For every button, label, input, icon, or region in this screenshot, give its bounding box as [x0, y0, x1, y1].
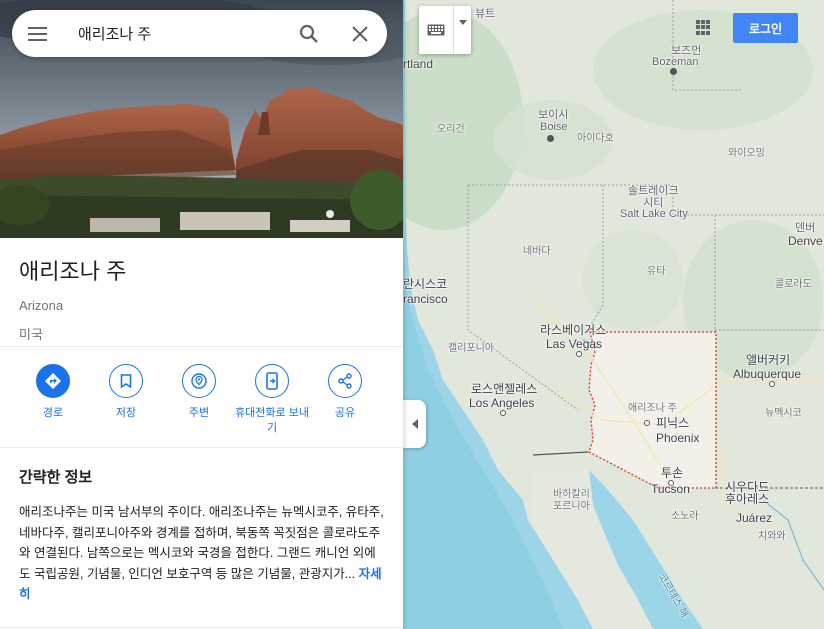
place-header: 애리조나 주 Arizona 미국: [19, 254, 126, 343]
map-label-sf-ko: 란시스코: [403, 277, 448, 291]
directions-button[interactable]: 경로: [13, 364, 93, 421]
map-label-phoenix: Phoenix: [656, 431, 700, 445]
directions-label: 경로: [42, 407, 64, 419]
chevron-left-icon: [411, 419, 418, 429]
divider: [0, 627, 403, 628]
map-label-denver: Denve: [788, 234, 823, 248]
map-label-denver-ko: 덴버: [795, 222, 816, 234]
phoenix-dot: [644, 420, 650, 426]
map-label-wyoming: 와이오밍: [728, 148, 765, 159]
map-label-lv-ko: 라스베이거스: [540, 323, 607, 337]
map-label-abq-ko: 앨버커키: [746, 353, 791, 367]
map-label-abq: Albuquerque: [733, 367, 802, 381]
map-label-portland: rtland: [403, 57, 434, 71]
map-label-juarez-ko: 시우다드 후아레스: [725, 480, 770, 506]
map-label-utah: 유타: [647, 266, 666, 277]
divider: [0, 447, 403, 448]
apps-grid-icon[interactable]: [696, 20, 711, 35]
search-bar: [12, 10, 387, 57]
map-canvas[interactable]: 뷰트 보즈먼 Bozeman rtland 오리건 보이시 Boise 아이다호…: [403, 0, 824, 629]
directions-icon: [36, 364, 70, 398]
place-subtitle: Arizona: [19, 298, 64, 313]
menu-icon[interactable]: [28, 24, 58, 44]
map-label-boise: Boise: [540, 121, 568, 133]
keyboard-icon[interactable]: [419, 6, 453, 54]
map-label-phoenix-ko: 피닉스: [656, 416, 690, 430]
boise-dot: [547, 135, 554, 142]
albuquerque-dot: [769, 381, 775, 387]
map-label-la-ko: 로스앤젤레스: [471, 382, 538, 396]
map-label-chihuahua: 치와와: [758, 531, 786, 542]
map-label-california: 캘리포니아: [448, 343, 494, 354]
map-label-tucson: Tucson: [651, 482, 690, 496]
place-panel: 애리조나 주 Arizona 미국 경로 저장 주변 휴대전: [0, 0, 403, 629]
map-label-boise-ko: 보이시: [538, 109, 569, 121]
save-button[interactable]: 저장: [86, 364, 166, 421]
collapse-panel-button[interactable]: [403, 400, 426, 448]
place-country: 미국: [19, 327, 43, 342]
bozeman-dot: [670, 68, 677, 75]
share-label: 공유: [334, 407, 356, 419]
bookmark-icon: [109, 364, 143, 398]
info-title: 간략한 정보: [19, 469, 93, 486]
place-title: 애리조나 주: [19, 259, 127, 284]
dropdown-arrow-icon[interactable]: [453, 6, 471, 54]
share-button[interactable]: 공유: [305, 364, 385, 421]
login-button[interactable]: 로그인: [733, 13, 798, 43]
map-label-lv: Las Vegas: [546, 337, 603, 351]
send-to-phone-button[interactable]: 휴대전화로 보내기: [232, 364, 312, 436]
info-body: 애리조나주는 미국 남서부의 주이다. 애리조나주는 뉴멕시코주, 유타주, 네…: [19, 502, 385, 605]
save-label: 저장: [115, 407, 137, 419]
map-label-oregon: 오리건: [437, 124, 465, 135]
search-icon[interactable]: [295, 20, 323, 48]
map-label-tucson-ko: 투손: [661, 466, 684, 480]
map-label-nevada: 네바다: [523, 246, 551, 257]
search-input[interactable]: [76, 24, 280, 43]
send-to-phone-label: 휴대전화로 보내기: [235, 407, 309, 434]
map-label-slc: Salt Lake City: [620, 208, 688, 220]
map-label-butte: 뷰트: [475, 8, 496, 20]
map-label-baja: 바하칼리 포르니아: [553, 489, 590, 512]
map-label-sonora: 소노라: [671, 511, 699, 522]
map-label-arizona: 애리조나 주: [628, 403, 677, 414]
send-to-phone-icon: [255, 364, 289, 398]
map-label-slc-ko: 솔트레이크 시티: [628, 185, 679, 209]
map-label-colorado: 콜로라도: [775, 279, 812, 290]
map-label-bozeman: Bozeman: [652, 56, 699, 68]
map-label-juarez: Juárez: [736, 511, 773, 525]
map-label-idaho: 아이다호: [577, 133, 614, 144]
info-text: 애리조나주는 미국 남서부의 주이다. 애리조나주는 뉴멕시코주, 유타주, 네…: [19, 505, 384, 581]
share-icon: [328, 364, 362, 398]
nearby-label: 주변: [188, 407, 210, 419]
map-label-la: Los Angeles: [469, 396, 535, 410]
nearby-icon: [182, 364, 216, 398]
close-icon[interactable]: [346, 20, 374, 48]
las-vegas-dot: [576, 351, 582, 357]
los-angeles-dot: [500, 410, 506, 416]
divider: [0, 346, 403, 347]
map-label-sf: rancisco: [403, 292, 448, 306]
input-tools-button[interactable]: [419, 6, 471, 54]
nearby-button[interactable]: 주변: [159, 364, 239, 421]
map-label-new-mexico: 뉴멕시코: [765, 408, 802, 419]
